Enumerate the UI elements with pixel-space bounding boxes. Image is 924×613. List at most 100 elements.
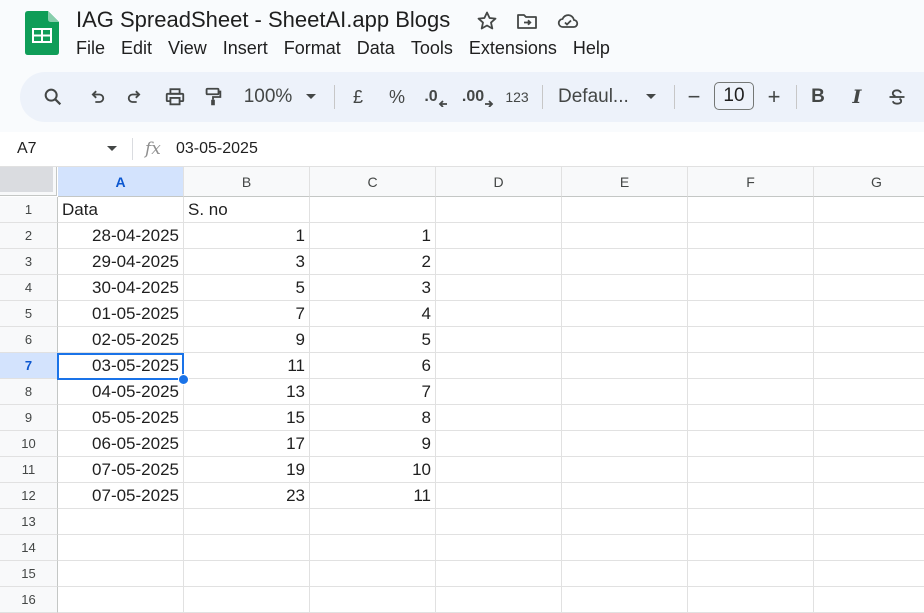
column-header-a[interactable]: A (58, 167, 184, 197)
row-header-8[interactable]: 8 (0, 379, 58, 405)
cell-c5[interactable]: 4 (310, 301, 436, 327)
row-header-16[interactable]: 16 (0, 587, 58, 613)
cell-b8[interactable]: 13 (184, 379, 310, 405)
row-header-6[interactable]: 6 (0, 327, 58, 353)
cell-g8[interactable] (814, 379, 924, 405)
cell-f4[interactable] (688, 275, 814, 301)
cell-g9[interactable] (814, 405, 924, 431)
cell-e4[interactable] (562, 275, 688, 301)
cell-f16[interactable] (688, 587, 814, 613)
increase-decimal-button[interactable]: .00 (460, 72, 496, 122)
cell-c1[interactable] (310, 197, 436, 223)
row-header-13[interactable]: 13 (0, 509, 58, 535)
cell-b15[interactable] (184, 561, 310, 587)
menu-view[interactable]: View (160, 36, 215, 60)
cell-e3[interactable] (562, 249, 688, 275)
column-header-c[interactable]: C (310, 167, 436, 197)
cell-f1[interactable] (688, 197, 814, 223)
row-header-14[interactable]: 14 (0, 535, 58, 561)
cell-e16[interactable] (562, 587, 688, 613)
cell-f15[interactable] (688, 561, 814, 587)
cell-e15[interactable] (562, 561, 688, 587)
cell-b12[interactable]: 23 (184, 483, 310, 509)
search-menus-button[interactable] (36, 72, 70, 122)
cell-d7[interactable] (436, 353, 562, 379)
column-header-e[interactable]: E (562, 167, 688, 197)
row-header-12[interactable]: 12 (0, 483, 58, 509)
row-header-1[interactable]: 1 (0, 197, 58, 223)
cell-g11[interactable] (814, 457, 924, 483)
cell-e14[interactable] (562, 535, 688, 561)
font-family-dropdown[interactable] (643, 72, 659, 122)
cell-d15[interactable] (436, 561, 562, 587)
paint-format-button[interactable] (198, 72, 228, 122)
cell-e13[interactable] (562, 509, 688, 535)
format-percent-button[interactable]: % (384, 72, 410, 122)
cell-g10[interactable] (814, 431, 924, 457)
cell-b1[interactable]: S. no (184, 197, 310, 223)
menu-insert[interactable]: Insert (215, 36, 276, 60)
cell-d2[interactable] (436, 223, 562, 249)
cell-f6[interactable] (688, 327, 814, 353)
italic-button[interactable]: I (845, 72, 869, 122)
decrease-font-size-button[interactable]: − (682, 72, 706, 122)
cell-f7[interactable] (688, 353, 814, 379)
cell-g5[interactable] (814, 301, 924, 327)
cell-a8[interactable]: 04-05-2025 (58, 379, 184, 405)
increase-font-size-button[interactable]: + (762, 72, 786, 122)
cell-b7[interactable]: 11 (184, 353, 310, 379)
cell-d8[interactable] (436, 379, 562, 405)
row-header-4[interactable]: 4 (0, 275, 58, 301)
cell-a3[interactable]: 29-04-2025 (58, 249, 184, 275)
cell-f2[interactable] (688, 223, 814, 249)
cell-d13[interactable] (436, 509, 562, 535)
cell-d6[interactable] (436, 327, 562, 353)
cell-e8[interactable] (562, 379, 688, 405)
cell-e11[interactable] (562, 457, 688, 483)
cell-c9[interactable]: 8 (310, 405, 436, 431)
cell-a13[interactable] (58, 509, 184, 535)
cell-g4[interactable] (814, 275, 924, 301)
row-header-2[interactable]: 2 (0, 223, 58, 249)
cell-c16[interactable] (310, 587, 436, 613)
cell-g12[interactable] (814, 483, 924, 509)
cell-c3[interactable]: 2 (310, 249, 436, 275)
row-header-10[interactable]: 10 (0, 431, 58, 457)
document-title[interactable]: IAG SpreadSheet - SheetAI.app Blogs (76, 7, 450, 33)
cell-d11[interactable] (436, 457, 562, 483)
cell-f12[interactable] (688, 483, 814, 509)
font-family-select[interactable]: Defaul... (558, 72, 632, 122)
cell-f10[interactable] (688, 431, 814, 457)
cloud-saved-icon[interactable] (556, 9, 580, 33)
cell-b10[interactable]: 17 (184, 431, 310, 457)
cell-a5[interactable]: 01-05-2025 (58, 301, 184, 327)
cell-f11[interactable] (688, 457, 814, 483)
strikethrough-button[interactable] (884, 72, 910, 122)
cell-d9[interactable] (436, 405, 562, 431)
cell-d12[interactable] (436, 483, 562, 509)
sheets-logo[interactable] (25, 11, 59, 55)
column-header-g[interactable]: G (814, 167, 924, 197)
undo-button[interactable] (82, 72, 112, 122)
column-header-b[interactable]: B (184, 167, 310, 197)
cell-c13[interactable] (310, 509, 436, 535)
cell-e6[interactable] (562, 327, 688, 353)
cell-f13[interactable] (688, 509, 814, 535)
cell-a15[interactable] (58, 561, 184, 587)
row-header-3[interactable]: 3 (0, 249, 58, 275)
menu-format[interactable]: Format (276, 36, 349, 60)
cell-a4[interactable]: 30-04-2025 (58, 275, 184, 301)
menu-extensions[interactable]: Extensions (461, 36, 565, 60)
cell-a14[interactable] (58, 535, 184, 561)
menu-edit[interactable]: Edit (113, 36, 160, 60)
cell-g16[interactable] (814, 587, 924, 613)
cell-a12[interactable]: 07-05-2025 (58, 483, 184, 509)
row-header-5[interactable]: 5 (0, 301, 58, 327)
cell-a16[interactable] (58, 587, 184, 613)
row-header-7[interactable]: 7 (0, 353, 58, 379)
cell-c4[interactable]: 3 (310, 275, 436, 301)
cell-b4[interactable]: 5 (184, 275, 310, 301)
formula-input[interactable]: 03-05-2025 (176, 140, 258, 158)
cell-g7[interactable] (814, 353, 924, 379)
cell-b14[interactable] (184, 535, 310, 561)
